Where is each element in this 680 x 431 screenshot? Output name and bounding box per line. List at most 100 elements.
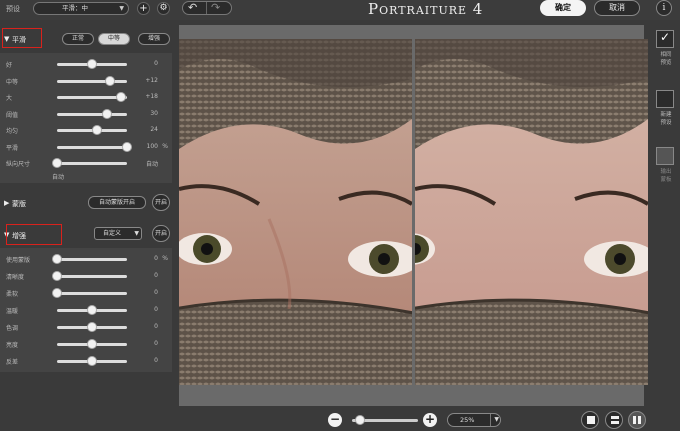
retouched-preview-image[interactable] <box>415 39 648 385</box>
output-mask-checkbox[interactable] <box>656 147 674 165</box>
split-vertical-icon <box>633 416 636 424</box>
slider-value: 0 <box>154 357 158 364</box>
slider-knob[interactable] <box>52 271 62 281</box>
slider-track[interactable] <box>57 112 127 116</box>
slider-row: 温暖 0 <box>0 303 172 319</box>
undo-icon[interactable]: ↶ <box>188 1 197 14</box>
mode-normal-button[interactable]: 正常 <box>62 33 94 45</box>
output-mask-label: 输出 蒙板 <box>653 168 679 184</box>
slider-label: 平滑 <box>6 144 19 152</box>
preset-dropdown[interactable]: 平滑：中 ▼ <box>33 2 129 15</box>
slider-row: 阈值 30 <box>0 107 172 123</box>
zoom-level-value: 25% <box>460 416 475 424</box>
new-preset-label-text: 新建 预设 <box>660 112 672 126</box>
mode-medium-button[interactable]: 中等 <box>98 33 130 45</box>
slider-knob[interactable] <box>105 75 116 86</box>
output-mask-label-text: 输出 蒙板 <box>660 169 672 183</box>
slider-label: 反差 <box>6 359 19 366</box>
mask-toggle-button[interactable]: 开启 <box>152 194 170 211</box>
slider-label: 使用蒙版 <box>6 257 31 264</box>
slider-knob[interactable] <box>87 356 97 366</box>
ok-button[interactable]: 确定 <box>540 0 586 16</box>
slider-knob[interactable] <box>87 305 97 315</box>
slider-row: 色调 0 <box>0 320 172 336</box>
zoom-slider-knob[interactable] <box>355 415 366 425</box>
new-preset-checkbox[interactable] <box>656 90 674 108</box>
slider-knob[interactable] <box>52 158 62 168</box>
cancel-button[interactable]: 取消 <box>594 0 640 16</box>
slider-value: 24 <box>150 126 158 133</box>
enhance-preset-value: 自定义 <box>102 230 121 237</box>
zoom-out-button[interactable]: − <box>328 413 342 427</box>
slider-value: 100 <box>146 142 158 150</box>
plus-icon: + <box>139 3 148 14</box>
slider-track[interactable] <box>57 79 127 83</box>
split-horizontal-button[interactable] <box>605 411 623 429</box>
slider-row: 大 +18 <box>0 90 172 106</box>
slider-value: +18 <box>145 93 158 100</box>
enhance-sliders: 使用蒙版 0% 清晰度 0 柔软 0 温暖 0 色调 0 亮度 0 反差 0 <box>0 248 172 372</box>
slider-knob[interactable] <box>91 125 102 135</box>
smoothing-sliders: 好 0 中等 +12 大 +18 阈值 30 均匀 24 平滑 100% 纵向尺寸 自动 <box>0 53 172 183</box>
slider-track[interactable] <box>57 292 127 295</box>
same-preview-label: 相同 预览 <box>653 51 679 67</box>
checkmark-icon: ✓ <box>660 30 671 44</box>
slider-row: 均匀 24 <box>0 123 172 139</box>
slider-track[interactable] <box>57 162 127 165</box>
slider-row: 平滑 100% <box>0 140 172 156</box>
enhance-preset-dropdown[interactable]: 自定义 ▼ <box>94 227 142 240</box>
gear-icon: ⚙ <box>159 3 168 13</box>
highlight-box <box>2 28 42 48</box>
preset-value: 平滑：中 <box>62 4 88 12</box>
slider-label: 色调 <box>6 325 19 332</box>
slider-row: 亮度 0 <box>0 337 172 353</box>
settings-button[interactable]: ⚙ <box>157 2 170 15</box>
slider-value: +12 <box>145 76 158 84</box>
slider-value: 0 <box>154 340 158 347</box>
slider-row: 纵向尺寸 自动 <box>0 156 172 172</box>
split-vertical-button[interactable] <box>628 411 646 429</box>
slider-label: 柔软 <box>6 291 19 298</box>
slider-knob[interactable] <box>116 92 127 102</box>
slider-value: 0 <box>154 289 158 296</box>
slider-track[interactable] <box>57 145 127 149</box>
chevron-down-icon: ▼ <box>490 414 499 426</box>
zoom-level-dropdown[interactable]: 25% ▼ <box>447 413 501 427</box>
slider-row: 清晰度 0 <box>0 269 172 285</box>
mode-enhance-button[interactable]: 增强 <box>138 33 170 45</box>
slider-row: 好0 <box>0 57 172 73</box>
auto-mask-button[interactable]: 自动蒙版开启 <box>88 196 146 209</box>
slider-knob[interactable] <box>102 108 113 119</box>
slider-value: 0 <box>154 323 158 330</box>
slider-knob[interactable] <box>52 288 62 298</box>
slider-knob[interactable] <box>52 254 62 264</box>
slider-knob[interactable] <box>87 322 97 332</box>
mask-title: 蒙版 <box>12 200 26 208</box>
enhance-toggle-button[interactable]: 开启 <box>152 225 170 242</box>
same-preview-checkbox[interactable]: ✓ <box>656 30 674 48</box>
undo-redo-divider <box>206 2 207 14</box>
chevron-down-icon: ▼ <box>134 230 139 237</box>
slider-track[interactable] <box>57 275 127 278</box>
single-view-button[interactable] <box>581 411 599 429</box>
slider-label: 好 <box>6 62 13 69</box>
slider-value: 0 <box>154 255 158 262</box>
slider-knob[interactable] <box>87 59 97 69</box>
original-preview-image[interactable] <box>179 39 412 385</box>
zoom-in-button[interactable]: + <box>423 413 437 427</box>
slider-label: 清晰度 <box>6 274 25 281</box>
slider-label: 温暖 <box>6 308 19 315</box>
preview-area[interactable] <box>179 25 648 406</box>
redo-icon[interactable]: ↷ <box>211 1 220 14</box>
app-title: Portraiture 4 <box>368 0 484 18</box>
same-preview-label-text: 相同 预览 <box>660 52 672 66</box>
slider-knob[interactable] <box>87 339 97 349</box>
auto-sublabel: 自动 <box>52 174 65 181</box>
slider-value: 0 <box>154 306 158 313</box>
add-preset-button[interactable]: + <box>137 2 150 15</box>
expand-triangle-icon: ▶ <box>4 199 10 207</box>
slider-track[interactable] <box>57 258 127 261</box>
single-view-icon <box>587 416 595 424</box>
slider-knob[interactable] <box>122 141 132 152</box>
info-button[interactable]: i <box>656 0 672 16</box>
